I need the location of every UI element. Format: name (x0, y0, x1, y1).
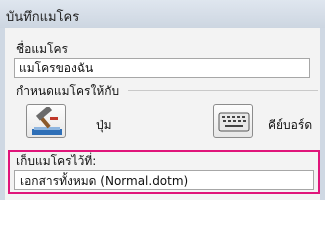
assign-to-keyboard-button[interactable] (213, 104, 253, 138)
store-macro-select[interactable]: เอกสารทั้งหมด (Normal.dotm) (14, 170, 314, 190)
dialog-title: บันทึกแมโคร (6, 10, 80, 25)
macro-name-label: ชื่อแมโคร (16, 42, 68, 56)
macro-name-input[interactable]: แมโครของฉัน (14, 58, 310, 78)
button-option-label: ปุ่ม (96, 118, 112, 132)
store-macro-label: เก็บแมโครไว้ที่: (16, 154, 97, 168)
store-macro-selected-value: เอกสารทั้งหมด (Normal.dotm) (20, 174, 189, 188)
hammer-button-icon (32, 107, 62, 135)
assign-macro-label: กำหนดแมโครให้กับ (16, 84, 120, 98)
record-macro-dialog: บันทึกแมโคร ชื่อแมโคร แมโครของฉัน กำหนดแ… (0, 0, 325, 200)
keyboard-option-label: คีย์บอร์ด (268, 118, 313, 132)
assign-to-button-button[interactable] (26, 104, 66, 138)
keyboard-icon (218, 112, 250, 132)
group-divider (128, 90, 318, 91)
title-bar[interactable]: บันทึกแมโคร (0, 0, 325, 28)
